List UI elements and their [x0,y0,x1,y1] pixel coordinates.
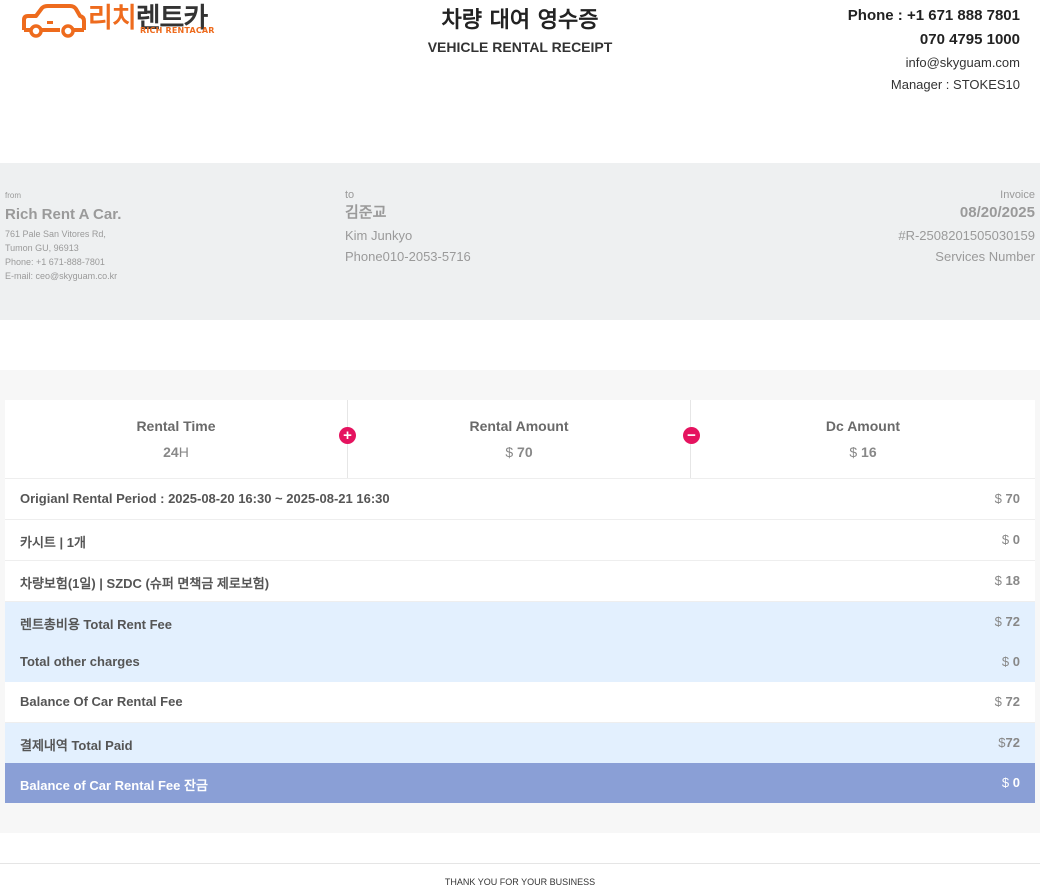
line-item-amount: $72 [998,735,1020,750]
invoice-label: Invoice [1000,189,1035,201]
total-other-charges-row: Total other charges $ 0 [5,642,1035,682]
contact-email[interactable]: info@skyguam.com [848,52,1020,74]
customer-name-korean: 김준교 [345,204,387,221]
line-item-label: 결제내역 Total Paid [20,738,133,753]
dc-amount-label: Dc Amount [825,418,901,434]
from-label: from [5,191,21,200]
customer-phone: Phone010-2053-5716 [345,249,471,264]
from-block: from Rich Rent A Car. 761 Pale San Vitor… [5,189,121,283]
line-item-amount: $ 18 [995,573,1020,588]
line-item-amount: $ 0 [1002,532,1020,547]
footer-message: THANK YOU FOR YOUR BUSINESS [444,877,596,887]
line-item-label: 차량보험(1일) | SZDC (슈퍼 면책금 제로보험) [20,576,270,591]
receipt-card: Rental Time 24H + Rental Amount $ 70 − D… [5,400,1035,803]
invoice-number: #R-2508201505030159 [898,228,1035,243]
line-item-insurance: 차량보험(1일) | SZDC (슈퍼 면책금 제로보험) $ 18 [5,561,1035,602]
line-item-label: 카시트 | 1개 [20,535,86,550]
dc-amount-value: $ 16 [691,444,1035,460]
balance-of-car-rental-fee-row: Balance Of Car Rental Fee $ 72 [5,682,1035,723]
contact-info: Phone : +1 671 888 7801 070 4795 1000 in… [848,4,1020,96]
rental-amount-label: Rental Amount [469,418,569,434]
line-item-label: 렌트총비용 Total Rent Fee [20,617,173,632]
contact-phone: Phone : +1 671 888 7801 [847,7,1020,24]
parties-band: from Rich Rent A Car. 761 Pale San Vitor… [0,163,1040,320]
rental-amount-value: $ 70 [348,444,690,460]
from-company-name: Rich Rent A Car. [5,206,122,223]
dc-amount-currency: $ [849,444,858,460]
rental-stats: Rental Time 24H + Rental Amount $ 70 − D… [5,400,1035,479]
line-item-amount: $ 0 [1002,654,1020,669]
line-item-amount: $ 72 [995,614,1020,629]
amount-value: 0 [1012,654,1020,669]
line-item-label: Balance Of Car Rental Fee [20,694,183,709]
contact-phone-2: 070 4795 1000 [919,31,1020,48]
from-address-2: Tumon GU, 96913 [5,243,79,253]
currency-symbol: $ [1001,654,1010,669]
rental-time-number: 24 [163,444,179,460]
line-item-car-seat: 카시트 | 1개 $ 0 [5,520,1035,561]
to-label: to [345,189,355,201]
footer-divider [0,863,1040,864]
currency-symbol: $ [994,614,1002,629]
currency-symbol: $ [1001,775,1010,790]
customer-name-english: Kim Junkyo [345,228,413,243]
currency-symbol: $ [998,735,1006,750]
amount-value: 0 [1012,532,1020,547]
manager-code: Manager : STOKES10 [890,77,1020,92]
from-address-1: 761 Pale San Vitores Rd, [5,229,106,239]
amount-value: 18 [1005,573,1020,588]
currency-symbol: $ [1001,532,1010,547]
invoice-block: Invoice 08/20/2025 #R-2508201505030159 S… [898,189,1035,267]
amount-value: 72 [1005,694,1020,709]
from-email: E-mail: ceo@skyguam.co.kr [5,271,118,281]
from-phone: Phone: +1 671-888-7801 [5,257,105,267]
rental-amount-currency: $ [505,444,514,460]
line-item-rental-period: Origianl Rental Period : 2025-08-20 16:3… [5,479,1035,520]
total-rent-fee-row: 렌트총비용 Total Rent Fee $ 72 [5,602,1035,642]
amount-value: 72 [1005,735,1020,750]
dc-amount-stat: Dc Amount $ 16 [691,400,1035,478]
rental-time-label: Rental Time [136,418,216,434]
rental-time-value: 24H [5,444,347,460]
to-block: to 김준교 Kim Junkyo Phone010-2053-5716 [345,189,471,267]
services-number-label: Services Number [935,249,1035,264]
amount-value: 70 [1005,491,1020,506]
rental-time-unit: H [178,444,189,460]
currency-symbol: $ [994,573,1002,588]
amount-value: 0 [1012,775,1020,790]
rental-time-stat: Rental Time 24H [5,400,347,478]
line-item-amount: $ 0 [1002,775,1020,790]
currency-symbol: $ [994,694,1002,709]
line-item-label: Total other charges [20,654,140,669]
total-paid-row: 결제내역 Total Paid $72 [5,723,1035,763]
dc-amount-number: 16 [861,444,877,460]
line-item-label: Balance of Car Rental Fee 잔금 [20,778,208,793]
rental-amount-stat: Rental Amount $ 70 [348,400,690,478]
receipt-header: 리치렌트카 RICH RENTACAR 차량 대여 영수증 VEHICLE RE… [0,0,1040,120]
line-item-label: Origianl Rental Period : 2025-08-20 16:3… [20,491,390,506]
invoice-date: 08/20/2025 [959,204,1035,221]
amount-value: 72 [1005,614,1020,629]
currency-symbol: $ [994,491,1002,506]
line-item-amount: $ 72 [995,694,1020,709]
line-item-amount: $ 70 [995,491,1020,506]
rental-amount-number: 70 [517,444,533,460]
receipt-summary: Rental Time 24H + Rental Amount $ 70 − D… [0,370,1040,833]
balance-due-row: Balance of Car Rental Fee 잔금 $ 0 [5,763,1035,803]
